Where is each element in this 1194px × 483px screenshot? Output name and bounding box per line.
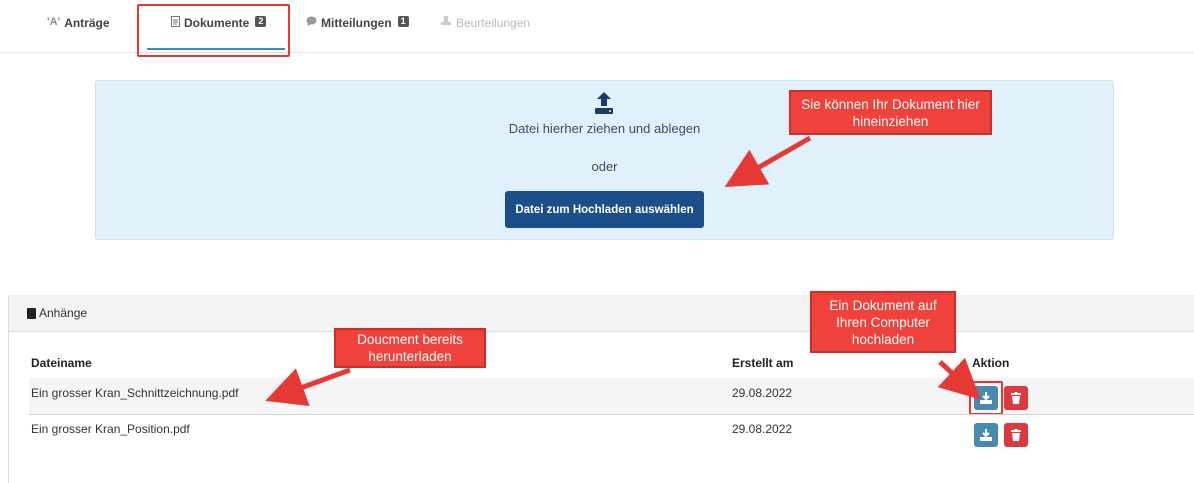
callout-arrow bbox=[265, 367, 351, 406]
callout-arrow bbox=[724, 135, 812, 187]
callout-existing-doc: Doucment bereits herunterladen bbox=[334, 328, 486, 368]
callout-drag-hint: Sie können Ihr Dokument hier hineinziehe… bbox=[789, 90, 992, 135]
callout-download-hint: Ein Dokument auf Ihren Computer hochlade… bbox=[810, 291, 956, 353]
annotation-arrows bbox=[265, 135, 981, 406]
callout-arrow bbox=[937, 357, 981, 400]
